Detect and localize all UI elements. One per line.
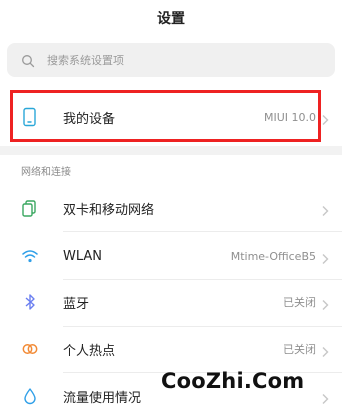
- hotspot-icon: [20, 339, 40, 359]
- search-input[interactable]: 搜索系统设置项: [7, 43, 335, 77]
- header: 设置: [0, 0, 342, 36]
- section-divider: [0, 146, 342, 155]
- wifi-icon: [20, 246, 40, 266]
- dual-sim-icon: [20, 198, 40, 218]
- chevron-right-icon: [320, 390, 330, 404]
- bluetooth-icon: [20, 292, 40, 312]
- watermark: CooZhi.Com: [161, 369, 305, 393]
- sidebar-item-dual-sim[interactable]: 双卡和移动网络: [0, 185, 342, 231]
- data-usage-label: 流量使用情况: [63, 390, 142, 406]
- chevron-right-icon: [320, 111, 330, 125]
- data-usage-icon: [20, 386, 40, 406]
- chevron-right-icon: [320, 202, 330, 216]
- chevron-right-icon: [320, 343, 330, 357]
- sidebar-item-wlan[interactable]: WLAN Mtime-OfficeB5: [0, 233, 342, 279]
- phone-icon: [20, 107, 40, 127]
- bluetooth-label: 蓝牙: [63, 296, 90, 312]
- hotspot-label: 个人热点: [63, 343, 116, 359]
- divider: [63, 231, 342, 232]
- dual-sim-label: 双卡和移动网络: [63, 202, 155, 218]
- sidebar-item-bluetooth[interactable]: 蓝牙 已关闭: [0, 279, 342, 325]
- sidebar-item-hotspot[interactable]: 个人热点 已关闭: [0, 326, 342, 372]
- page-title: 设置: [157, 11, 185, 27]
- miui-version: MIUI 10.0: [263, 110, 316, 124]
- hotspot-value: 已关闭: [283, 343, 316, 356]
- chevron-right-icon: [320, 250, 330, 264]
- section-header-network: 网络和连接: [21, 167, 71, 178]
- my-device-row[interactable]: 我的设备 MIUI 10.0: [0, 94, 342, 140]
- bluetooth-value: 已关闭: [283, 296, 316, 309]
- my-device-label: 我的设备: [63, 111, 116, 127]
- settings-screen: 设置 搜索系统设置项 我的设备 MIUI 10.0 网络和连接 双卡和移动网络 …: [0, 0, 342, 412]
- search-placeholder: 搜索系统设置项: [47, 54, 124, 67]
- wlan-label: WLAN: [63, 248, 103, 264]
- wlan-value: Mtime-OfficeB5: [230, 249, 316, 263]
- search-icon: [21, 53, 35, 68]
- chevron-right-icon: [320, 296, 330, 310]
